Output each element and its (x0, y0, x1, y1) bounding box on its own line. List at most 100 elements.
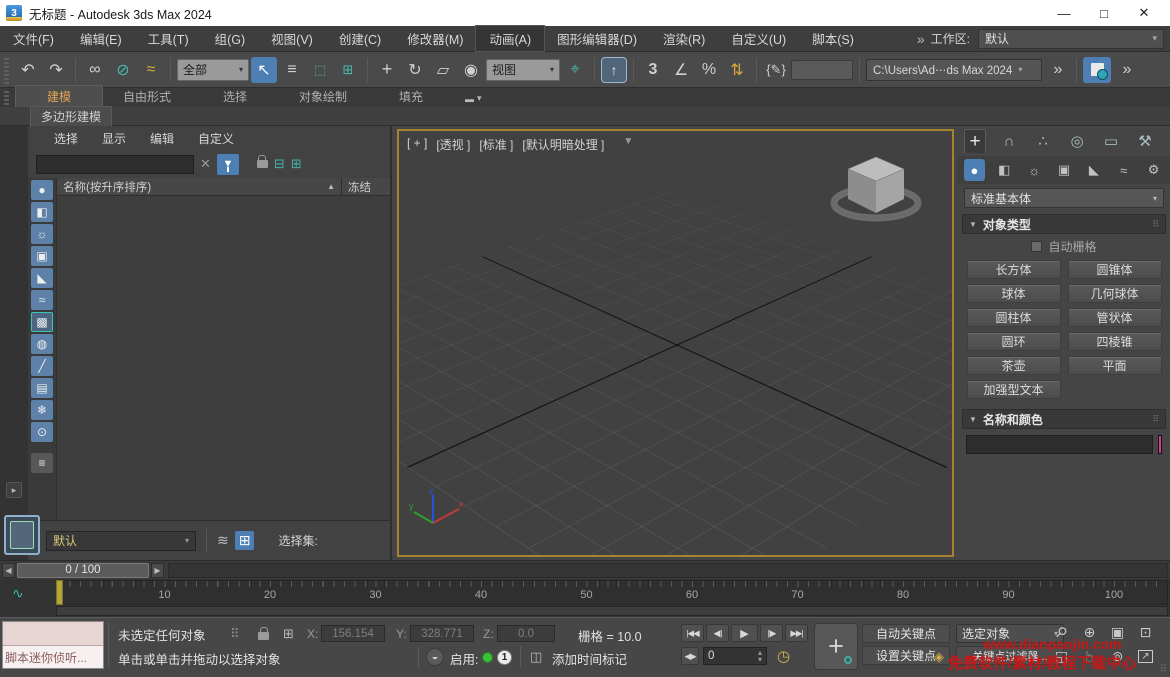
unlink-selection-icon[interactable]: ⊘ (110, 57, 136, 83)
explorer-preset-dropdown[interactable]: 默认 ▾ (46, 530, 196, 551)
geometry-category[interactable]: ● (964, 159, 985, 181)
selection-filter-dropdown[interactable]: 全部 ▾ (177, 58, 249, 81)
listener-macro-row[interactable] (3, 622, 103, 646)
systems-category[interactable]: ⚙ (1143, 159, 1164, 181)
scene-security-icon[interactable]: ◒ (426, 648, 444, 666)
menu-scripting[interactable]: 脚本(S) (799, 26, 867, 51)
collapse-all-icon[interactable]: ⊟ (274, 156, 285, 172)
minimize-button[interactable]: — (1044, 0, 1084, 26)
snap-toggle-3d-button[interactable]: 3 (640, 57, 666, 83)
time-configuration-icon[interactable]: ◷ (777, 647, 790, 665)
menu-tools[interactable]: 工具(T) (135, 26, 202, 51)
maximize-button[interactable]: □ (1084, 0, 1124, 26)
undo-button[interactable]: ↶ (15, 57, 41, 83)
x-coordinate-field[interactable]: 156.154 (321, 625, 385, 642)
ribbon-minimize-button[interactable]: ▬ ▾ (465, 93, 482, 107)
viewport-menu-shading[interactable]: [默认明暗处理 ] (522, 136, 604, 153)
plane-button[interactable]: 平面 (1067, 356, 1162, 375)
next-key-button[interactable]: ||▶ (760, 624, 783, 642)
utilities-tab[interactable]: ⚒ (1134, 129, 1156, 153)
cylinder-button[interactable]: 圆柱体 (966, 308, 1061, 327)
helpers-category[interactable]: ◣ (1083, 159, 1104, 181)
object-name-input[interactable] (966, 435, 1153, 454)
menu-edit[interactable]: 编辑(E) (67, 26, 135, 51)
viewport-menu-render-preset[interactable]: [标准 ] (479, 136, 513, 153)
explorer-object-list[interactable] (57, 196, 390, 520)
edit-named-selection-sets-button[interactable]: {✎} (763, 57, 789, 83)
viewport-menu-pov[interactable]: [透视 ] (436, 136, 470, 153)
time-slider-handle[interactable]: 0 / 100 (17, 562, 149, 578)
lock-icon[interactable] (256, 155, 268, 168)
menu-overflow-icon[interactable]: » (917, 31, 925, 47)
clear-search-icon[interactable]: ✕ (200, 156, 211, 172)
autosave-button[interactable] (1083, 56, 1111, 83)
go-to-start-button[interactable]: |◀◀ (681, 624, 704, 642)
autogrid-checkbox[interactable] (1031, 240, 1043, 252)
use-pivot-center-button[interactable]: ⌖ (562, 57, 588, 83)
tube-button[interactable]: 管状体 (1067, 308, 1162, 327)
select-and-scale-button[interactable]: ▱ (430, 57, 456, 83)
ribbon-tab-freeform[interactable]: 自由形式 (103, 86, 191, 107)
project-path-dropdown[interactable]: C:\Users\Ad⋯ds Max 2024 ▾ (866, 58, 1042, 81)
menu-views[interactable]: 视图(V) (258, 26, 326, 51)
menu-rendering[interactable]: 渲染(R) (650, 26, 718, 51)
explorer-menu-select[interactable]: 选择 (54, 130, 78, 147)
mini-curve-editor-icon[interactable]: ∿ (12, 585, 24, 602)
auto-key-button[interactable]: 自动关键点 (862, 624, 950, 643)
display-cameras-toggle[interactable]: ▣ (31, 246, 53, 266)
keyboard-override-toggle[interactable]: ↑ (601, 56, 627, 83)
textplus-button[interactable]: 加强型文本 (966, 380, 1061, 399)
absolute-offset-toggle-icon[interactable]: ⊞ (283, 626, 294, 642)
cameras-category[interactable]: ▣ (1054, 159, 1075, 181)
explorer-menu-edit[interactable]: 编辑 (150, 130, 174, 147)
ribbon-tab-object-paint[interactable]: 对象绘制 (279, 86, 367, 107)
select-by-name-button[interactable]: ≡ (279, 57, 305, 83)
frozen-column-header[interactable]: 冻结 (342, 178, 390, 195)
ribbon-tab-modeling[interactable]: 建模 (15, 85, 103, 107)
polygon-modeling-panel-tab[interactable]: 多边形建模 (30, 106, 113, 126)
bind-to-space-warp-icon[interactable]: ≈ (138, 57, 164, 83)
key-mode-toggle[interactable]: ◀▶ (681, 647, 699, 665)
menu-customize[interactable]: 自定义(U) (718, 26, 799, 51)
teapot-button[interactable]: 茶壶 (966, 356, 1061, 375)
viewport-menu-general[interactable]: [ + ] (407, 136, 427, 153)
display-list-view-toggle[interactable]: ≡ (31, 453, 53, 473)
explorer-menu-display[interactable]: 显示 (102, 130, 126, 147)
current-frame-marker[interactable] (56, 580, 63, 605)
name-column-header[interactable]: 名称(按升序排序) ▲ (57, 178, 342, 195)
object-type-rollout-header[interactable]: ▼ 对象类型 ⠿ (962, 214, 1166, 234)
display-spacewarps-toggle[interactable]: ≈ (31, 290, 53, 310)
next-frame-arrow[interactable]: ▶ (151, 562, 164, 578)
close-button[interactable]: ✕ (1124, 0, 1164, 26)
percent-snap-toggle[interactable]: % (696, 57, 722, 83)
workspace-dropdown[interactable]: 默认 ▾ (978, 28, 1164, 49)
spacewarps-category[interactable]: ≈ (1113, 159, 1134, 181)
shapes-category[interactable]: ◧ (994, 159, 1015, 181)
rectangular-selection-region-icon[interactable]: ⬚ (307, 57, 333, 83)
display-xrefs-toggle[interactable]: ◍ (31, 334, 53, 354)
maximize-viewport-toggle[interactable]: ↗ (1134, 646, 1157, 666)
redo-button[interactable]: ↷ (43, 57, 69, 83)
menu-create[interactable]: 创建(C) (326, 26, 394, 51)
window-crossing-toggle-icon[interactable]: ⊞ (335, 57, 361, 83)
pyramid-button[interactable]: 四棱锥 (1067, 332, 1162, 351)
set-keys-button[interactable]: + (814, 623, 858, 670)
ribbon-drag-handle[interactable] (4, 91, 9, 105)
z-coordinate-field[interactable]: 0.0 (497, 625, 555, 642)
cone-button[interactable]: 圆锥体 (1067, 260, 1162, 279)
create-tab[interactable]: + (964, 129, 986, 153)
menu-modifiers[interactable]: 修改器(M) (394, 26, 476, 51)
display-shapes-toggle[interactable]: ◧ (31, 202, 53, 222)
sphere-button[interactable]: 球体 (966, 284, 1061, 303)
menu-animation[interactable]: 动画(A) (475, 25, 546, 52)
toolbar-overflow-icon[interactable]: » (1113, 57, 1139, 83)
security-badge[interactable]: 1 (497, 650, 512, 665)
time-slider-track[interactable] (168, 562, 1168, 578)
display-frozen-toggle[interactable]: ❄ (31, 400, 53, 420)
previous-key-button[interactable]: ◀|| (706, 624, 729, 642)
toolbar-drag-handle[interactable] (4, 55, 9, 84)
display-geometry-toggle[interactable]: ● (31, 180, 53, 200)
current-frame-field[interactable]: 0 ▴ ▾ (703, 647, 767, 665)
named-selection-set-input[interactable] (791, 59, 853, 80)
object-color-swatch[interactable] (1158, 435, 1162, 454)
